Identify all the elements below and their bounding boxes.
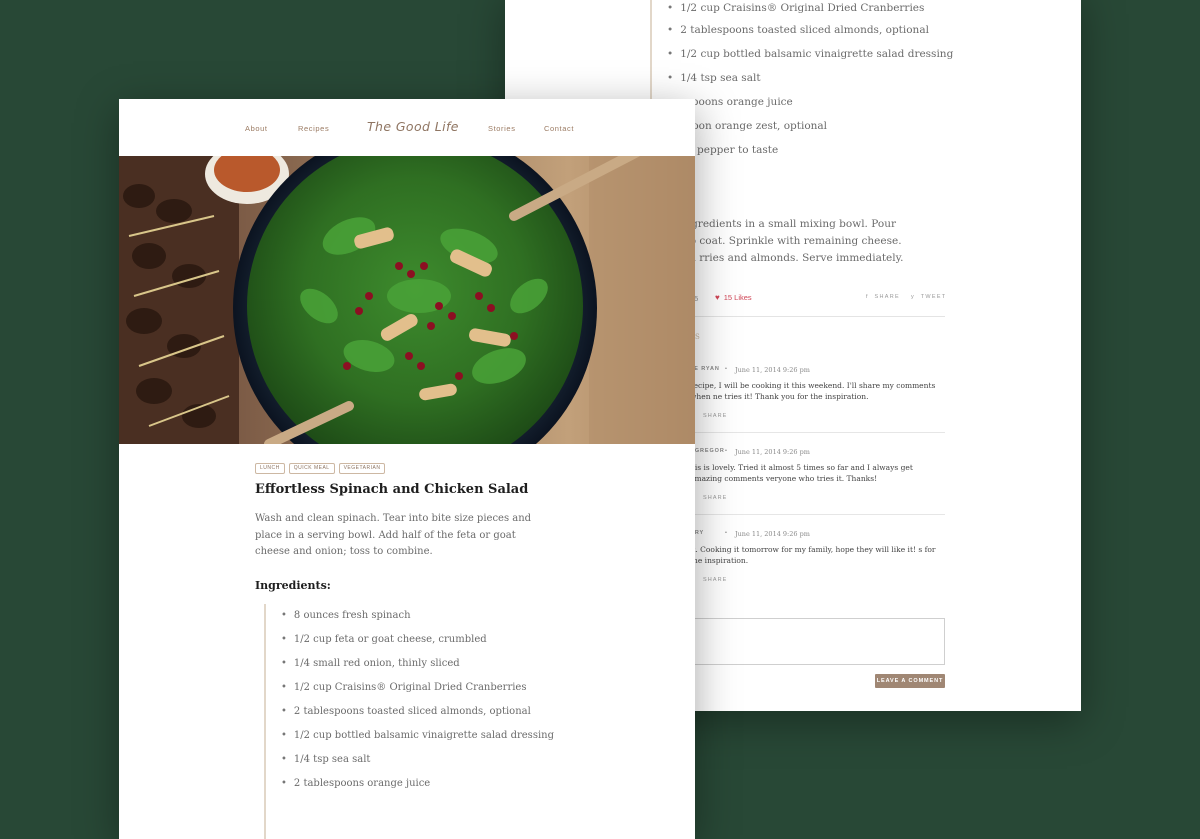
comment-text: it. Cooking it tomorrow for my family, h… (690, 545, 936, 565)
nav-link-contact[interactable]: Contact (544, 124, 574, 133)
share-button[interactable]: f SHARE (866, 294, 900, 300)
leave-comment-button[interactable]: LEAVE A COMMENT (875, 674, 945, 688)
comment-author[interactable]: CGREGOR (690, 448, 725, 454)
recipe-intro: Wash and clean spinach. Tear into bite s… (255, 513, 532, 557)
tag-vegetarian[interactable]: VEGETARIAN (338, 463, 386, 474)
list-item: 1/2 cup bottled balsamic vinaigrette sal… (667, 42, 953, 66)
nav-link-recipes[interactable]: Recipes (298, 124, 329, 133)
comment-share-button[interactable]: SHARE (703, 413, 727, 419)
twitter-icon: y (911, 294, 916, 300)
back-ingredients-list: 1/2 cup Craisins® Original Dried Cranber… (650, 0, 953, 162)
separator-dot: • (725, 530, 728, 536)
share-label: SHARE (874, 294, 900, 300)
list-item: 1/4 tsp sea salt (281, 748, 554, 772)
hero-image (119, 156, 695, 444)
list-item: spoon orange zest, optional (667, 114, 953, 138)
comments-heading: S (695, 333, 700, 341)
comment-textarea[interactable] (690, 618, 945, 665)
separator-dot: • (725, 448, 728, 454)
list-item: 1/4 small red onion, thinly sliced (281, 652, 554, 676)
comment-text: his is lovely. Tried it almost 5 times s… (690, 463, 913, 483)
list-item: 2 tablespoons toasted sliced almonds, op… (281, 700, 554, 724)
tag-lunch[interactable]: LUNCH (255, 463, 285, 474)
salad-photo (119, 156, 695, 444)
comment-share-button[interactable]: SHARE (703, 577, 727, 583)
ingredients-list: 8 ounces fresh spinach 1/2 cup feta or g… (264, 604, 554, 839)
tweet-button[interactable]: y TWEET (911, 294, 946, 300)
list-item: 1/2 cup feta or goat cheese, crumbled (281, 628, 554, 652)
comment-text: recipe, I will be cooking it this weeken… (690, 381, 936, 401)
list-item: 1/4 tsp sea salt (667, 66, 953, 90)
site-logo[interactable]: The Good Life (367, 119, 459, 134)
comment-date: June 11, 2014 9:26 pm (735, 366, 810, 374)
front-page: About Recipes The Good Life Stories Cont… (119, 99, 695, 839)
likes-label: 15 Likes (723, 293, 752, 302)
recipe-title: Effortless Spinach and Chicken Salad (255, 482, 529, 497)
list-item: 8 ounces fresh spinach (281, 604, 554, 628)
list-item: 2 tablespoons toasted sliced almonds, op… (667, 18, 953, 42)
comment-share-button[interactable]: SHARE (703, 495, 727, 501)
list-item: 2 tablespoons orange juice (281, 772, 554, 796)
comment-date: June 11, 2014 9:26 pm (735, 530, 810, 538)
nav-link-about[interactable]: About (245, 124, 268, 133)
list-item: nd pepper to taste (667, 138, 953, 162)
tweet-label: TWEET (920, 294, 947, 300)
list-item: espoons orange juice (667, 90, 953, 114)
heart-icon: ♥ (715, 293, 720, 302)
separator-dot: • (725, 366, 728, 372)
list-item: 1/2 cup bottled balsamic vinaigrette sal… (281, 724, 554, 748)
tag-list: LUNCH QUICK MEAL VEGETARIAN (255, 463, 386, 474)
list-item: 1/2 cup Craisins® Original Dried Cranber… (281, 676, 554, 700)
likes-button[interactable]: ♥ 15 Likes (715, 293, 752, 302)
tag-quick-meal[interactable]: QUICK MEAL (288, 463, 335, 474)
list-item: 1/2 cup Craisins® Original Dried Cranber… (667, 0, 953, 18)
ingredients-title: Ingredients: (255, 579, 331, 592)
nav-link-stories[interactable]: Stories (488, 124, 516, 133)
top-nav: About Recipes The Good Life Stories Cont… (119, 99, 695, 156)
facebook-icon: f (866, 294, 869, 300)
comment-date: June 11, 2014 9:26 pm (735, 448, 810, 456)
